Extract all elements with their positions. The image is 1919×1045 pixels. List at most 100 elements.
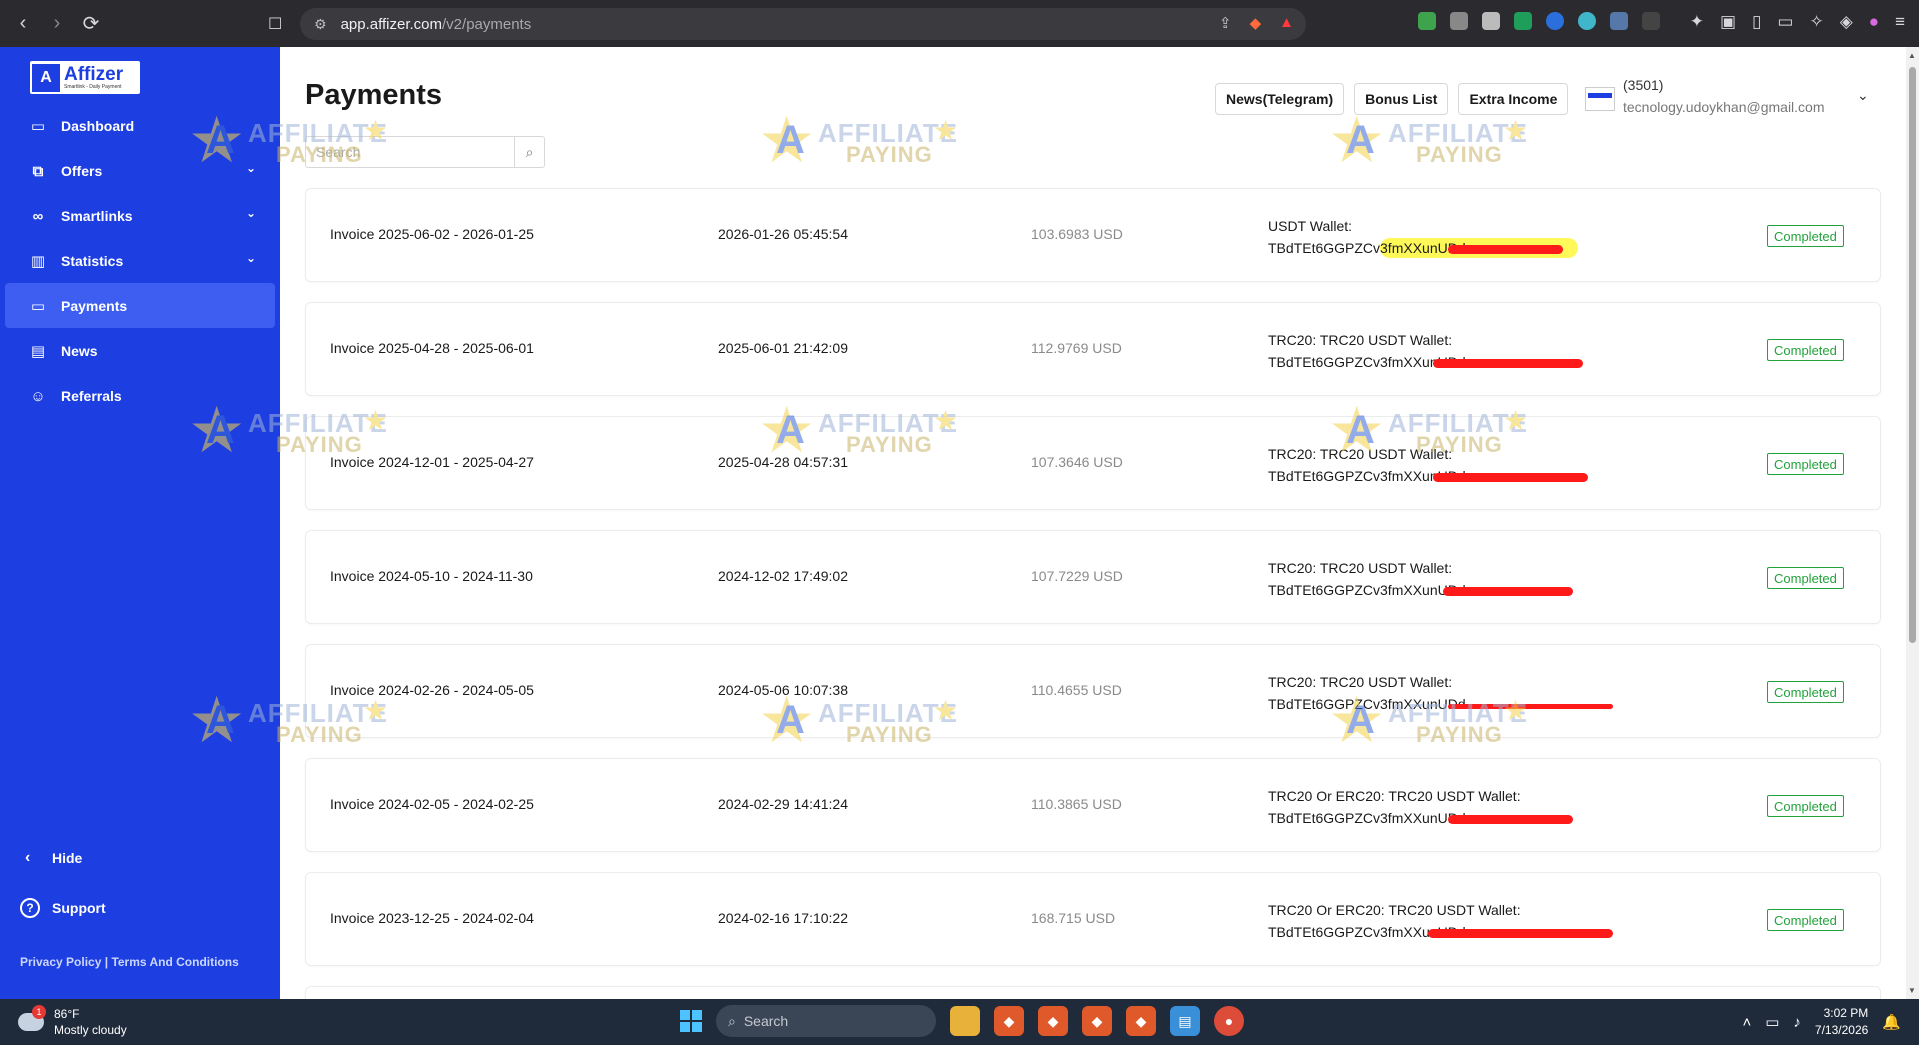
redaction-mark xyxy=(1433,473,1588,482)
payment-row: Invoice 2024-12-01 - 2025-04-27 2025-04-… xyxy=(305,416,1881,510)
profile-icon[interactable]: ● xyxy=(1869,12,1879,32)
url-domain: app.affizer.com xyxy=(340,15,443,33)
legal-separator: | xyxy=(104,955,109,969)
rewards-icon[interactable]: ▲ xyxy=(1279,14,1294,32)
brave-browser-icon[interactable]: ◆ xyxy=(1082,1006,1112,1036)
privacy-policy-link[interactable]: Privacy Policy xyxy=(20,955,101,969)
extension-icon[interactable] xyxy=(1610,12,1628,30)
payment-amount: 107.7229 USD xyxy=(1031,568,1123,584)
terms-link[interactable]: Terms And Conditions xyxy=(111,955,238,969)
brave-browser-icon[interactable]: ◆ xyxy=(994,1006,1024,1036)
chevron-down-icon[interactable]: ⌄ xyxy=(1857,87,1869,104)
extension-icon[interactable] xyxy=(1514,12,1532,30)
shield-icon[interactable]: ◆ xyxy=(1250,14,1262,32)
file-explorer-icon[interactable] xyxy=(950,1006,980,1036)
taskbar-search-label: Search xyxy=(743,1013,789,1029)
bookmark-icon[interactable]: ☐ xyxy=(268,14,282,34)
user-menu[interactable]: (3501) tecnology.udoykhan@gmail.com ⌄ xyxy=(1585,77,1875,127)
brave-browser-icon[interactable]: ◆ xyxy=(1126,1006,1156,1036)
cloud-icon xyxy=(18,1005,46,1031)
users-icon: ☺ xyxy=(30,387,46,405)
chevron-up-icon[interactable]: ˄ xyxy=(1742,1014,1751,1031)
address-bar[interactable]: ⚙ app.affizer.com/v2/payments ⇪ ◆ ▲ xyxy=(300,8,1306,40)
page-scrollbar[interactable]: ▲ ▼ xyxy=(1906,47,1919,999)
extension-icon[interactable] xyxy=(1482,12,1500,30)
sidebar-item-offers[interactable]: ⧉ Offers ⌄ xyxy=(0,148,280,193)
wallet-icon[interactable]: ▭ xyxy=(1777,12,1793,32)
header-buttons: News(Telegram) Bonus List Extra Income xyxy=(1215,83,1569,115)
site-info-icon[interactable]: ⚙ xyxy=(314,16,327,33)
support-link[interactable]: ? Support xyxy=(0,893,280,923)
forward-icon[interactable]: › xyxy=(40,7,74,41)
sidebar: A Affizer Smartlink - Daily Payment ▭ Da… xyxy=(0,47,280,999)
brand-logo[interactable]: A Affizer Smartlink - Daily Payment xyxy=(30,61,140,94)
scrollbar-thumb[interactable] xyxy=(1909,67,1916,643)
extension-icon[interactable] xyxy=(1418,12,1436,30)
hide-sidebar-button[interactable]: ‹ Hide xyxy=(0,843,280,873)
notepad-icon[interactable]: ▤ xyxy=(1170,1006,1200,1036)
redaction-mark xyxy=(1448,815,1573,824)
payments-list: Invoice 2025-06-02 - 2026-01-25 2026-01-… xyxy=(305,188,1881,999)
share-icon[interactable]: ⇪ xyxy=(1219,14,1232,32)
sidebar-item-label: Smartlinks xyxy=(61,207,133,224)
sidebar-item-payments[interactable]: ▭ Payments xyxy=(5,283,275,328)
reload-icon[interactable]: ⟳ xyxy=(74,7,108,41)
payment-row: Invoice 2024-05-10 - 2024-11-30 2024-12-… xyxy=(305,530,1881,624)
sidebar-toggle-icon[interactable]: ▯ xyxy=(1752,12,1761,32)
wallet-type: TRC20 Or ERC20: TRC20 USDT Wallet: xyxy=(1268,902,1521,918)
puzzle-icon[interactable]: ✦ xyxy=(1690,12,1704,32)
sidebar-item-label: Statistics xyxy=(61,252,124,269)
extension-icon[interactable] xyxy=(1450,12,1468,30)
back-icon[interactable]: ‹ xyxy=(6,7,40,41)
main-content: Payments News(Telegram) Bonus List Extra… xyxy=(280,47,1906,999)
extra-income-button[interactable]: Extra Income xyxy=(1458,83,1569,115)
network-icon[interactable]: ▭ xyxy=(1765,1013,1779,1031)
invoice-period: Invoice 2024-02-05 - 2024-02-25 xyxy=(330,796,534,812)
system-clock[interactable]: 3:02 PM 7/13/2026 xyxy=(1815,1005,1868,1039)
sidebar-item-label: Referrals xyxy=(61,387,122,404)
sidebar-item-smartlinks[interactable]: ∞ Smartlinks ⌄ xyxy=(0,193,280,238)
screenshot-icon[interactable]: ▣ xyxy=(1720,12,1736,32)
sidebar-item-statistics[interactable]: ▥ Statistics ⌄ xyxy=(0,238,280,283)
redaction-mark xyxy=(1448,704,1613,709)
vpn-icon[interactable]: ◈ xyxy=(1840,12,1853,32)
status-badge: Completed xyxy=(1767,567,1844,589)
news-telegram-button[interactable]: News(Telegram) xyxy=(1215,83,1345,115)
payment-amount: 112.9769 USD xyxy=(1031,340,1122,356)
sidebar-item-news[interactable]: ▤ News xyxy=(0,328,280,373)
weather-widget[interactable]: 86°F Mostly cloudy xyxy=(18,1005,127,1038)
payment-date: 2024-02-29 14:41:24 xyxy=(718,796,848,812)
leo-icon[interactable]: ✧ xyxy=(1809,12,1823,32)
scroll-down-icon[interactable]: ▼ xyxy=(1908,986,1916,995)
offers-icon: ⧉ xyxy=(32,162,44,180)
chevron-left-icon: ‹ xyxy=(25,849,31,866)
extension-icon[interactable] xyxy=(1546,12,1564,30)
wallet-type: TRC20: TRC20 USDT Wallet: xyxy=(1268,674,1453,690)
search-icon[interactable]: ⌕ xyxy=(514,137,544,167)
sidebar-item-label: Payments xyxy=(61,297,128,314)
notification-bell-icon[interactable]: 🔔 xyxy=(1882,1013,1901,1031)
sidebar-item-referrals[interactable]: ☺ Referrals xyxy=(0,373,280,418)
legal-links: Privacy Policy | Terms And Conditions xyxy=(20,955,239,969)
taskbar-search[interactable]: ⌕ Search xyxy=(716,1005,936,1037)
extension-icon[interactable] xyxy=(1642,12,1660,30)
bonus-list-button[interactable]: Bonus List xyxy=(1354,83,1449,115)
extension-icon[interactable] xyxy=(1578,12,1596,30)
search-input[interactable] xyxy=(306,137,514,167)
invoice-period: Invoice 2024-02-26 - 2024-05-05 xyxy=(330,682,534,698)
scroll-up-icon[interactable]: ▲ xyxy=(1908,51,1916,60)
brave-browser-icon[interactable]: ◆ xyxy=(1038,1006,1068,1036)
chrome-icon[interactable]: ● xyxy=(1214,1006,1244,1036)
start-icon[interactable] xyxy=(680,1010,702,1032)
bar-chart-icon: ▥ xyxy=(30,253,46,270)
wallet-info: TRC20: TRC20 USDT Wallet: TBdTEt6GGPZCv3… xyxy=(1268,443,1588,487)
payment-date: 2025-04-28 04:57:31 xyxy=(718,454,848,470)
wallet-address: TBdTEt6GGPZCv3fmXXunUDd xyxy=(1268,810,1466,826)
logo-text: Affizer xyxy=(64,64,124,85)
clock-time: 3:02 PM xyxy=(1823,1006,1869,1020)
menu-icon[interactable]: ≡ xyxy=(1895,12,1905,32)
volume-icon[interactable]: ♪ xyxy=(1793,1014,1801,1031)
sidebar-item-dashboard[interactable]: ▭ Dashboard xyxy=(0,103,280,148)
wallet-info: TRC20 Or ERC20: TRC20 USDT Wallet: TBdTE… xyxy=(1268,899,1613,943)
payment-amount: 107.3646 USD xyxy=(1031,454,1123,470)
